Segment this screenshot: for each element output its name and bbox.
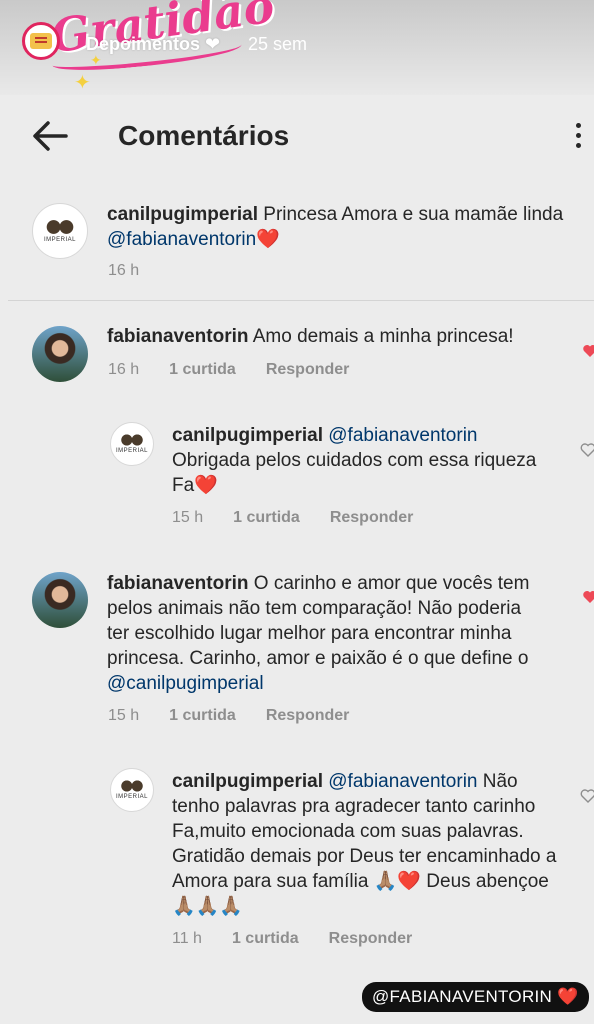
heart-outline-icon[interactable] bbox=[580, 788, 594, 804]
likes-count[interactable]: 1 curtida bbox=[169, 707, 236, 724]
story-title: Depoimentos ❤ bbox=[86, 34, 221, 54]
comment-meta: 16 h 1 curtida Responder bbox=[108, 361, 379, 379]
comment-mention[interactable]: @fabianaventorin bbox=[328, 425, 477, 446]
story-avatar[interactable] bbox=[22, 22, 60, 60]
more-options-icon[interactable] bbox=[576, 123, 586, 153]
comment-username[interactable]: canilpugimperial bbox=[172, 771, 323, 792]
back-arrow-icon[interactable] bbox=[30, 118, 70, 154]
reply-button[interactable]: Responder bbox=[329, 930, 413, 947]
comment-text: canilpugimperial @fabianaventorin Obriga… bbox=[172, 423, 542, 498]
heart-emoji: ❤️ bbox=[256, 229, 280, 250]
mention-tag[interactable]: @FABIANAVENTORIN ❤️ bbox=[362, 982, 589, 1012]
comment-body: Princesa Amora e sua mamãe linda bbox=[263, 204, 564, 225]
comment-mention[interactable]: @canilpugimperial bbox=[107, 673, 264, 694]
comment-body: Obrigada pelos cuidados com essa riqueza… bbox=[172, 450, 537, 496]
story-time: 25 sem bbox=[248, 34, 308, 54]
heart-outline-icon[interactable] bbox=[580, 442, 594, 458]
heart-emoji: ❤️ bbox=[194, 475, 218, 496]
comment-mention[interactable]: @fabianaventorin bbox=[107, 229, 256, 250]
highlight-icon bbox=[30, 33, 52, 49]
page-title: Comentários bbox=[118, 120, 290, 151]
avatar[interactable] bbox=[32, 572, 88, 628]
reply-button[interactable]: Responder bbox=[330, 509, 414, 526]
sparkle-icon: ✦ bbox=[74, 72, 91, 94]
likes-count[interactable]: 1 curtida bbox=[169, 361, 236, 378]
avatar[interactable]: IMPERIAL bbox=[110, 768, 154, 812]
comment-body: Amo demais a minha princesa! bbox=[252, 326, 514, 347]
comment-time: 16 h bbox=[108, 262, 140, 279]
comment-username[interactable]: fabianaventorin bbox=[107, 326, 248, 347]
reply-button[interactable]: Responder bbox=[266, 361, 350, 378]
avatar[interactable]: IMPERIAL bbox=[32, 203, 88, 259]
avatar[interactable] bbox=[32, 326, 88, 382]
comment-meta: 15 h 1 curtida Responder bbox=[172, 509, 443, 527]
comment-text: canilpugimperial Princesa Amora e sua ma… bbox=[107, 202, 567, 252]
comment-time: 15 h bbox=[108, 707, 140, 724]
comment-username[interactable]: fabianaventorin bbox=[107, 573, 248, 594]
comment-text: fabianaventorin Amo demais a minha princ… bbox=[107, 324, 567, 349]
comment-meta: 16 h bbox=[108, 262, 169, 280]
reply-button[interactable]: Responder bbox=[266, 707, 350, 724]
comment-username[interactable]: canilpugimperial bbox=[107, 204, 258, 225]
comment-time: 16 h bbox=[108, 361, 140, 378]
comment-meta: 11 h 1 curtida Responder bbox=[172, 930, 442, 948]
avatar[interactable]: IMPERIAL bbox=[110, 422, 154, 466]
heart-filled-icon[interactable] bbox=[582, 343, 594, 359]
comment-mention[interactable]: @fabianaventorin bbox=[328, 771, 477, 792]
comment-meta: 15 h 1 curtida Responder bbox=[108, 707, 379, 725]
comment-time: 15 h bbox=[172, 509, 204, 526]
comment-time: 11 h bbox=[172, 930, 202, 947]
likes-count[interactable]: 1 curtida bbox=[233, 509, 300, 526]
heart-filled-icon[interactable] bbox=[582, 589, 594, 605]
divider bbox=[8, 300, 594, 301]
comment-text: fabianaventorin O carinho e amor que voc… bbox=[107, 571, 547, 696]
likes-count[interactable]: 1 curtida bbox=[232, 930, 299, 947]
comment-username[interactable]: canilpugimperial bbox=[172, 425, 323, 446]
comment-text: canilpugimperial @fabianaventorin Não te… bbox=[172, 769, 557, 919]
